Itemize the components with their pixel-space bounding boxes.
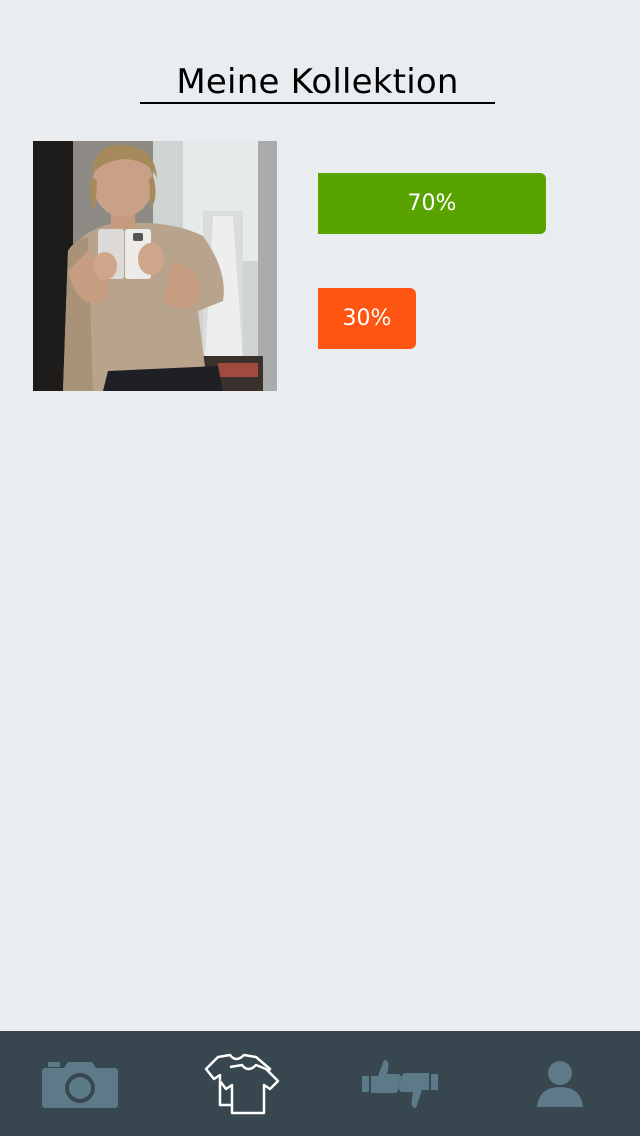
dislike-percentage-label: 30%: [342, 306, 392, 331]
bottom-tab-bar: [0, 1031, 640, 1136]
like-percentage-bar: 70%: [318, 173, 546, 234]
profile-icon: [537, 1060, 583, 1107]
page-header: Meine Kollektion: [140, 62, 495, 104]
thumbs-up-down-icon: [362, 1059, 438, 1108]
dislike-percentage-bar: 30%: [318, 288, 416, 349]
like-percentage-label: 70%: [407, 191, 457, 216]
tab-profile[interactable]: [480, 1031, 640, 1136]
camera-icon: [42, 1061, 118, 1108]
tab-camera[interactable]: [0, 1031, 160, 1136]
clothes-icon: [204, 1053, 280, 1114]
collection-photo[interactable]: [33, 141, 277, 391]
tab-collection[interactable]: [160, 1031, 320, 1136]
outfit-photo-illustration: [33, 141, 277, 391]
page-title: Meine Kollektion: [176, 62, 459, 102]
tab-votes[interactable]: [320, 1031, 480, 1136]
